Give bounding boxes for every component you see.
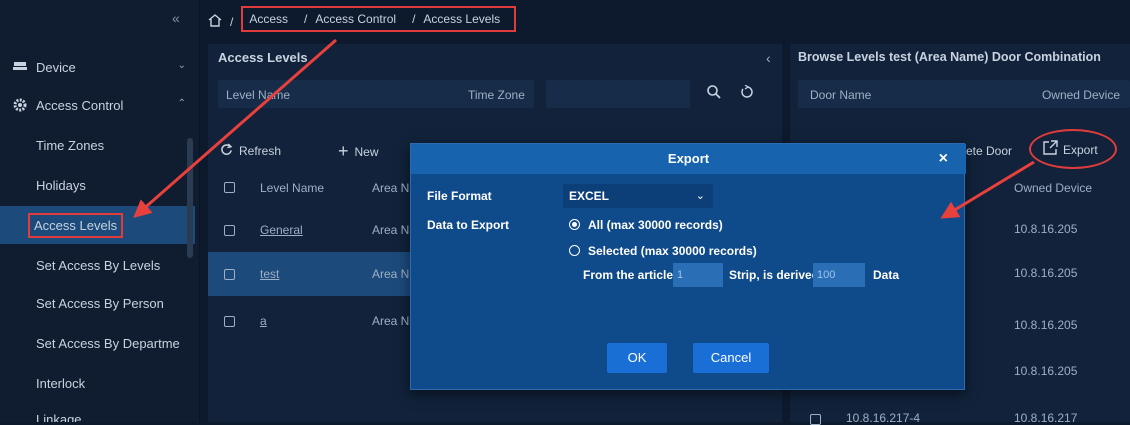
annotation-arrow	[940, 160, 1035, 219]
annotation-arrow	[133, 38, 337, 218]
annotation-arrows	[133, 38, 1035, 219]
